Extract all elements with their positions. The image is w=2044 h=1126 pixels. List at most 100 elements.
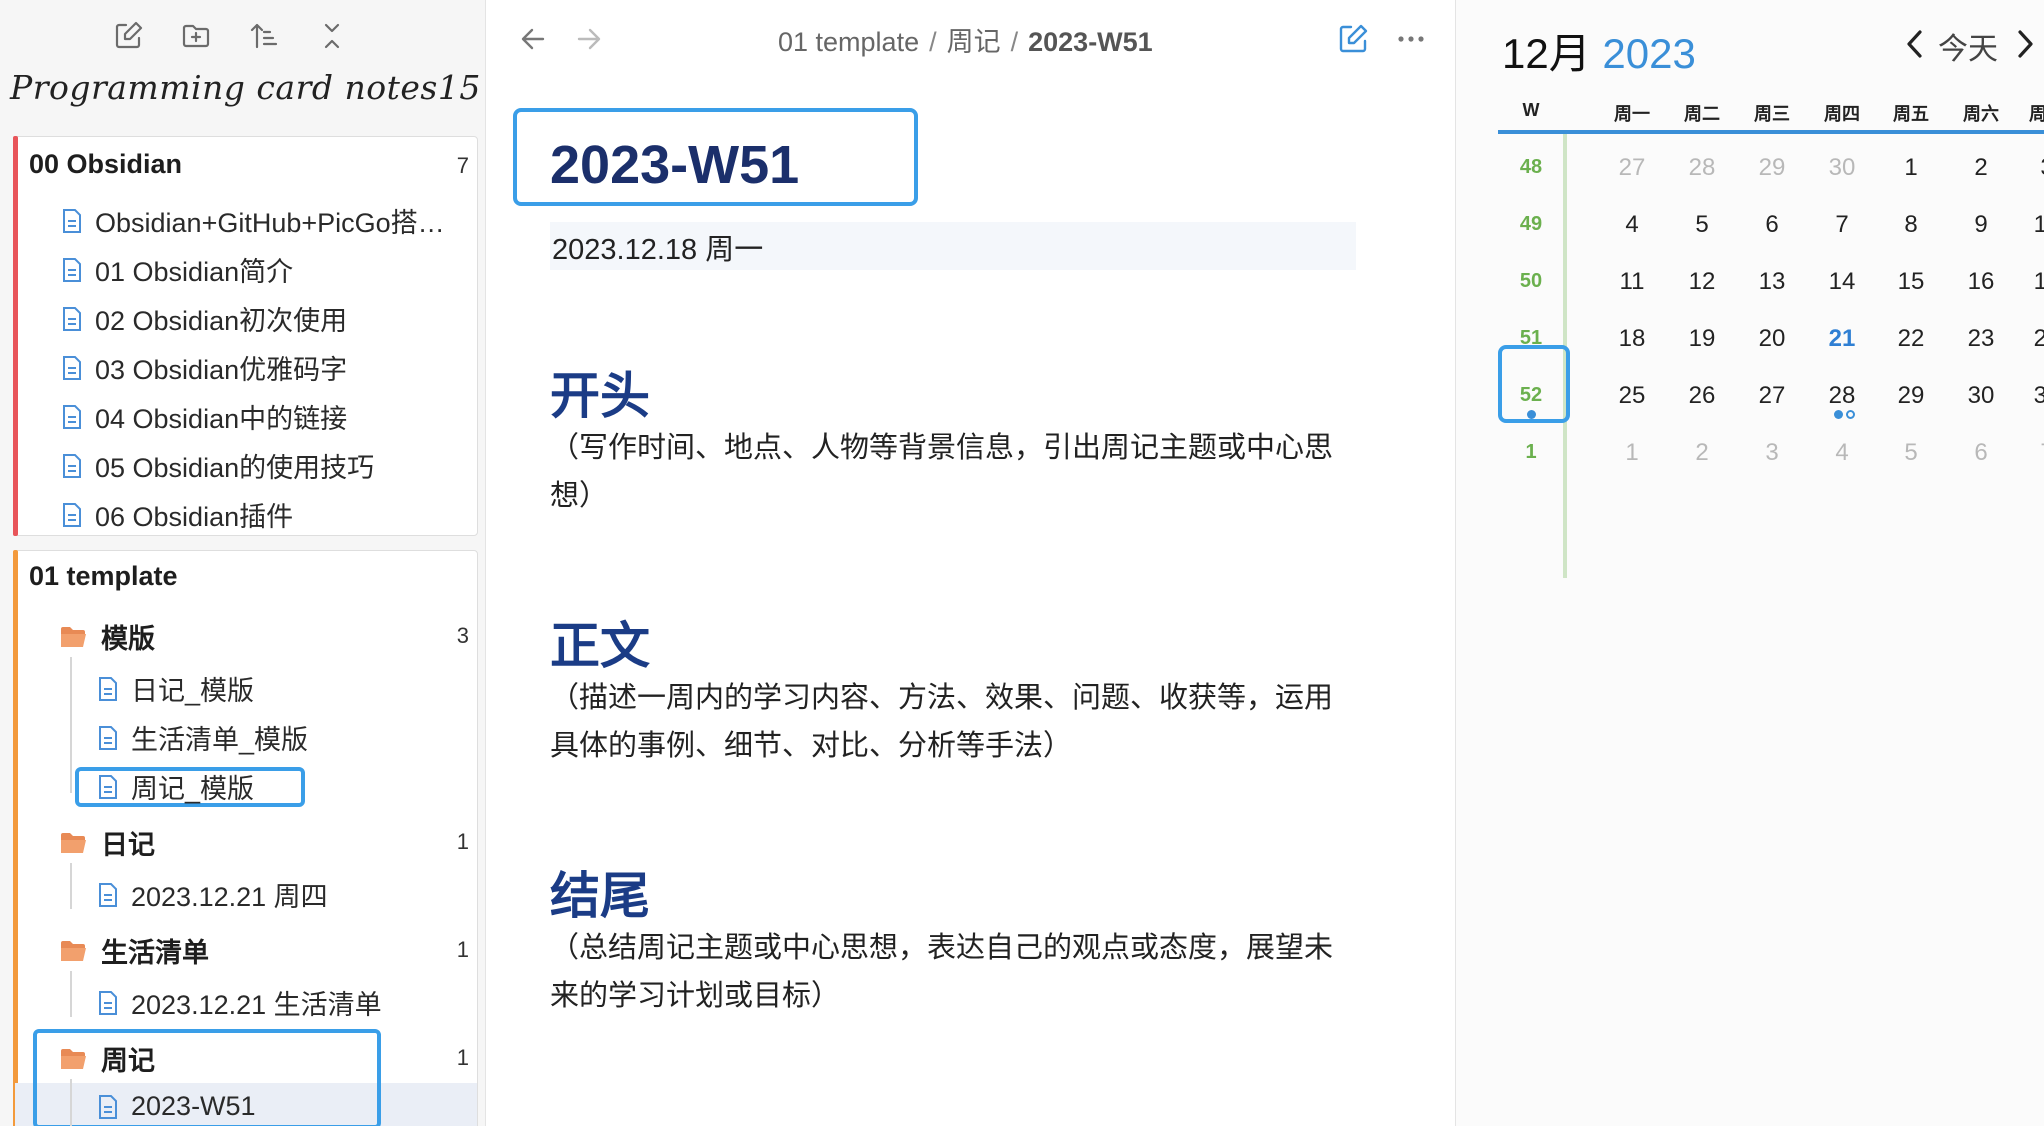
section-heading[interactable]: 开头 — [550, 356, 650, 428]
calendar-day[interactable]: 5 — [1667, 211, 1737, 239]
breadcrumb-current[interactable]: 2023-W51 — [1028, 27, 1153, 57]
calendar-day[interactable]: 9 — [1946, 211, 2016, 239]
document-icon — [63, 355, 81, 380]
calendar-day[interactable]: 23 — [1946, 325, 2016, 353]
file-item[interactable]: 06 Obsidian插件 — [61, 495, 293, 534]
calendar-day[interactable]: 18 — [1597, 325, 1667, 353]
edit-mode-icon[interactable] — [1336, 22, 1370, 56]
breadcrumb-item[interactable]: 01 template — [778, 27, 919, 57]
calendar-day[interactable]: 7 — [2012, 439, 2044, 467]
group-title[interactable]: 00 Obsidian — [29, 149, 182, 180]
calendar-day[interactable]: 4 — [1807, 439, 1877, 467]
folder-open-icon — [61, 832, 86, 853]
vault-name[interactable]: Programming card notes15 — [10, 68, 481, 107]
more-options-icon[interactable] — [1394, 22, 1428, 56]
calendar-day[interactable]: 3 — [2012, 154, 2044, 182]
week-number[interactable]: 49 — [1496, 213, 1566, 236]
calendar-day[interactable]: 7 — [1807, 211, 1877, 239]
calendar-day[interactable]: 25 — [1597, 382, 1667, 410]
calendar-day[interactable]: 8 — [1876, 211, 1946, 239]
calendar-day[interactable]: 29 — [1876, 382, 1946, 410]
calendar-day[interactable]: 20 — [1737, 325, 1807, 353]
tree-indent-line — [70, 1079, 72, 1126]
file-item[interactable]: 03 Obsidian优雅码字 — [61, 348, 347, 387]
calendar-day[interactable]: 10 — [2012, 211, 2044, 239]
file-item[interactable]: 01 Obsidian简介 — [61, 250, 293, 289]
calendar-day[interactable]: 27 — [1737, 382, 1807, 410]
folder-count: 1 — [456, 1045, 469, 1070]
note-title[interactable]: 2023-W51 — [550, 134, 799, 196]
next-month-icon[interactable] — [2012, 28, 2038, 60]
file-item[interactable]: 2023.12.21 生活清单 — [97, 983, 382, 1022]
note-editor: 01 template / 周记 / 2023-W51 2023-W51 2023.12… — [486, 0, 1456, 1126]
note-date[interactable]: 2023.12.18 周一 — [552, 226, 763, 268]
file-item[interactable]: 日记_模版 — [97, 669, 254, 708]
calendar-day[interactable]: 1 — [1876, 154, 1946, 182]
calendar-header-underline — [1498, 130, 2044, 134]
calendar-day[interactable]: 1 — [1597, 439, 1667, 467]
calendar-day[interactable]: 4 — [1597, 211, 1667, 239]
calendar-day[interactable]: 11 — [1597, 268, 1667, 296]
section-body[interactable]: （总结周记主题或中心思想，表达自己的观点或态度，展望未来的学习计划或目标） — [550, 924, 1360, 1020]
section-body[interactable]: （写作时间、地点、人物等背景信息，引出周记主题或中心思想） — [550, 424, 1360, 520]
today-button[interactable]: 今天 — [1938, 24, 1998, 68]
calendar-day[interactable]: 6 — [1946, 439, 2016, 467]
calendar-day[interactable]: 30 — [1946, 382, 2016, 410]
folder-item[interactable]: 模版 — [59, 617, 155, 656]
folder-item[interactable]: 周记 — [59, 1039, 155, 1078]
calendar-day[interactable]: 16 — [1946, 268, 2016, 296]
calendar-day[interactable]: 27 — [1597, 154, 1667, 182]
calendar-day[interactable]: 15 — [1876, 268, 1946, 296]
calendar-day[interactable]: 30 — [1807, 154, 1877, 182]
calendar-day[interactable]: 12 — [1667, 268, 1737, 296]
breadcrumb-item[interactable]: 周记 — [947, 27, 1001, 57]
calendar-panel: 12月 2023 今天 W 周一 周二 周三 周四 周五 周六 周日 48272… — [1456, 0, 2044, 1126]
week-number[interactable]: 52 — [1496, 384, 1566, 407]
file-item[interactable]: 05 Obsidian的使用技巧 — [61, 446, 374, 485]
section-heading[interactable]: 结尾 — [550, 856, 650, 928]
week-number[interactable]: 50 — [1496, 270, 1566, 293]
collapse-all-icon[interactable] — [314, 18, 350, 54]
file-item[interactable]: 生活清单_模版 — [97, 718, 308, 757]
forward-arrow-icon[interactable] — [572, 22, 606, 56]
file-explorer-sidebar: Programming card notes15 00 Obsidian 7 O… — [0, 0, 486, 1126]
calendar-day[interactable]: 13 — [1737, 268, 1807, 296]
week-number[interactable]: 51 — [1496, 327, 1566, 350]
folder-item[interactable]: 生活清单 — [59, 931, 209, 970]
file-label: 03 Obsidian优雅码字 — [95, 355, 348, 385]
calendar-day[interactable]: 21 — [1807, 325, 1877, 353]
calendar-day[interactable]: 3 — [1737, 439, 1807, 467]
calendar-day[interactable]: 2 — [1946, 154, 2016, 182]
calendar-day[interactable]: 2 — [1667, 439, 1737, 467]
new-folder-icon[interactable] — [178, 18, 214, 54]
calendar-day[interactable]: 19 — [1667, 325, 1737, 353]
calendar-day[interactable]: 31 — [2012, 382, 2044, 410]
file-item[interactable]: 02 Obsidian初次使用 — [61, 299, 347, 338]
calendar-day[interactable]: 24 — [2012, 325, 2044, 353]
calendar-day[interactable]: 28 — [1667, 154, 1737, 182]
calendar-day[interactable]: 17 — [2012, 268, 2044, 296]
folder-item[interactable]: 日记 — [59, 823, 155, 862]
calendar-day[interactable]: 28 — [1807, 382, 1877, 410]
sort-icon[interactable] — [246, 18, 282, 54]
file-item-active[interactable]: 2023-W51 — [97, 1091, 256, 1122]
week-number[interactable]: 1 — [1496, 441, 1566, 464]
calendar-day[interactable]: 6 — [1737, 211, 1807, 239]
week-number[interactable]: 48 — [1496, 156, 1566, 179]
document-icon — [63, 453, 81, 478]
file-item[interactable]: 04 Obsidian中的链接 — [61, 397, 347, 436]
file-item[interactable]: Obsidian+GitHub+PicGo搭… — [61, 201, 445, 240]
previous-month-icon[interactable] — [1902, 28, 1928, 60]
group-title[interactable]: 01 template — [29, 561, 178, 592]
file-item[interactable]: 2023.12.21 周四 — [97, 875, 328, 914]
file-item[interactable]: 周记_模版 — [97, 767, 254, 806]
calendar-day[interactable]: 29 — [1737, 154, 1807, 182]
back-arrow-icon[interactable] — [516, 22, 550, 56]
section-heading[interactable]: 正文 — [550, 606, 650, 678]
calendar-day[interactable]: 22 — [1876, 325, 1946, 353]
calendar-day[interactable]: 26 — [1667, 382, 1737, 410]
calendar-day[interactable]: 14 — [1807, 268, 1877, 296]
new-note-icon[interactable] — [110, 18, 146, 54]
section-body[interactable]: （描述一周内的学习内容、方法、效果、问题、收获等，运用具体的事例、细节、对比、分… — [550, 674, 1360, 770]
calendar-day[interactable]: 5 — [1876, 439, 1946, 467]
